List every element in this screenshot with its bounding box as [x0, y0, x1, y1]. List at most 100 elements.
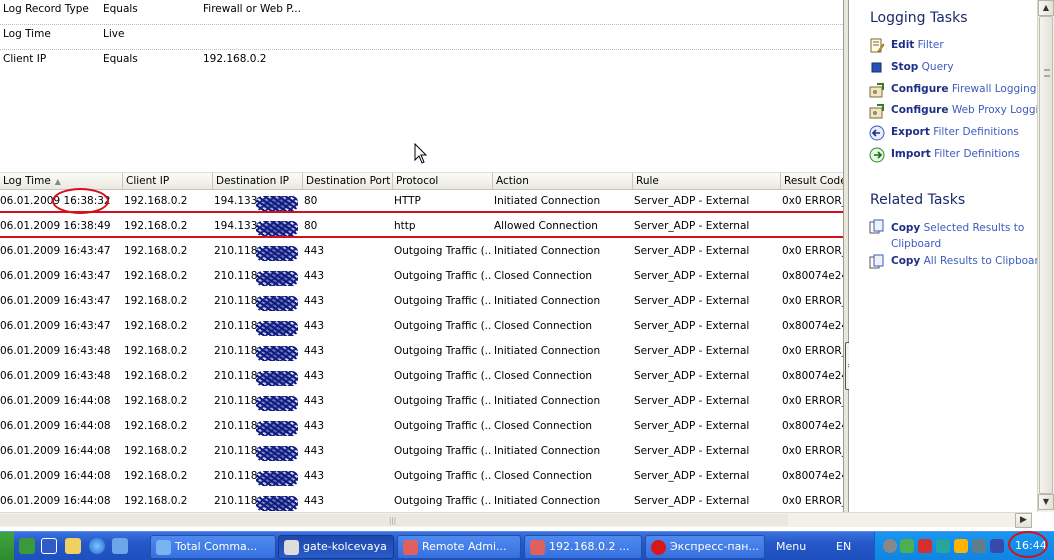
- taskbar-button-label: Remote Admi...: [422, 540, 507, 553]
- table-row[interactable]: 06.01.2009 16:43:47 192.168.0.2 210.118 443…: [0, 240, 843, 265]
- filter-row[interactable]: Log Time Live: [0, 25, 843, 50]
- cell-protocol: Outgoing Traffic (...: [394, 495, 492, 507]
- redaction-scribble: [256, 271, 298, 286]
- cell-log-time: 06.01.2009 16:44:08: [0, 470, 111, 482]
- remote-admin-icon: [530, 540, 545, 555]
- taskbar-button-gate-kolcevaya[interactable]: gate-kolcevaya: [278, 535, 394, 559]
- cell-result-code: 0x0 ERROR_: [782, 195, 843, 207]
- taskbar-button-total-commander[interactable]: Total Comma...: [150, 535, 276, 559]
- quicklaunch-ie-icon[interactable]: [89, 538, 105, 554]
- column-header-rule[interactable]: Rule: [633, 173, 781, 190]
- taskbar-button-remote-admin[interactable]: Remote Admi...: [397, 535, 521, 559]
- cell-action: Allowed Connection: [494, 220, 598, 232]
- redaction-scribble: [256, 396, 298, 411]
- table-row[interactable]: 06.01.2009 16:43:48 192.168.0.2 210.118 443…: [0, 340, 843, 365]
- cell-result-code: 0x80074e24: [782, 420, 843, 432]
- tray-icon[interactable]: [936, 539, 950, 553]
- tray-icon[interactable]: [900, 539, 914, 553]
- opera-icon: [651, 540, 666, 555]
- vertical-scroll-thumb[interactable]: [1039, 16, 1053, 494]
- tray-icon[interactable]: [954, 539, 968, 553]
- start-button[interactable]: [0, 532, 14, 560]
- column-header-log-time[interactable]: Log Time ▲: [0, 173, 123, 190]
- edit-filter-icon: [870, 38, 885, 53]
- cell-rule: Server_ADP - External: [634, 495, 750, 507]
- cell-log-time: 06.01.2009 16:44:08: [0, 420, 111, 432]
- cell-destination-port: 80: [304, 195, 318, 207]
- tray-icon[interactable]: [883, 539, 897, 553]
- table-row[interactable]: 06.01.2009 16:44:08 192.168.0.2 210.118 443…: [0, 440, 843, 465]
- cell-log-time: 06.01.2009 16:43:47: [0, 295, 111, 307]
- logging-tasks-title: Logging Tasks: [870, 10, 968, 26]
- redaction-scribble: [256, 496, 298, 511]
- column-label: Destination IP: [216, 175, 290, 187]
- cell-result-code: 0x80074e24: [782, 270, 843, 282]
- horizontal-scrollbar[interactable]: ||| ▶: [0, 512, 1032, 528]
- column-header-destination-ip[interactable]: Destination IP: [213, 173, 303, 190]
- table-row[interactable]: 06.01.2009 16:43:47 192.168.0.2 210.118 443…: [0, 315, 843, 340]
- table-row[interactable]: 06.01.2009 16:44:08 192.168.0.2 210.118 443…: [0, 465, 843, 490]
- table-row[interactable]: 06.01.2009 16:43:47 192.168.0.2 210.118 443…: [0, 265, 843, 290]
- table-row[interactable]: 06.01.2009 16:44:08 192.168.0.2 210.118 443…: [0, 415, 843, 440]
- taskbar-button-label: Total Comma...: [175, 540, 258, 553]
- filter-field: Client IP: [3, 53, 47, 65]
- table-row[interactable]: 06.01.2009 16:44:08 192.168.0.2 210.118 443…: [0, 490, 843, 512]
- annotation-underline: [0, 211, 843, 213]
- column-header-destination-port[interactable]: Destination Port: [303, 173, 393, 190]
- taskbar-button-192-168-0-2[interactable]: 192.168.0.2 ...: [524, 535, 642, 559]
- vertical-scrollbar[interactable]: ▲ ▼: [1037, 0, 1054, 512]
- cell-rule: Server_ADP - External: [634, 470, 750, 482]
- column-header-result-code[interactable]: Result Code: [781, 173, 843, 190]
- taskbar-button-express-panel[interactable]: Экспресс-пан...: [645, 535, 765, 559]
- cell-result-code: 0x80074e24: [782, 370, 843, 382]
- cell-client-ip: 192.168.0.2: [124, 245, 188, 257]
- taskbar-menu[interactable]: Menu: [776, 540, 806, 553]
- tray-icon[interactable]: [990, 539, 1004, 553]
- scroll-right-icon[interactable]: ▶: [1015, 513, 1032, 528]
- cell-action: Closed Connection: [494, 270, 593, 282]
- cell-log-time: 06.01.2009 16:43:47: [0, 270, 111, 282]
- filter-row[interactable]: Log Record Type Equals Firewall or Web P…: [0, 0, 843, 25]
- cell-protocol: Outgoing Traffic (...: [394, 270, 492, 282]
- cell-log-time: 06.01.2009 16:43:48: [0, 345, 111, 357]
- quicklaunch-folder-icon[interactable]: [65, 538, 81, 554]
- redaction-scribble: [256, 471, 298, 486]
- table-row[interactable]: 06.01.2009 16:43:48 192.168.0.2 210.118 443…: [0, 365, 843, 390]
- filter-row[interactable]: Client IP Equals 192.168.0.2: [0, 50, 843, 75]
- column-header-action[interactable]: Action: [493, 173, 633, 190]
- cell-client-ip: 192.168.0.2: [124, 470, 188, 482]
- taskbar-button-label: Экспресс-пан...: [670, 540, 759, 553]
- cell-action: Initiated Connection: [494, 195, 601, 207]
- cell-client-ip: 192.168.0.2: [124, 195, 188, 207]
- cell-rule: Server_ADP - External: [634, 420, 750, 432]
- tray-icon[interactable]: [918, 539, 932, 553]
- cell-result-code: 0x0 ERROR_: [782, 345, 843, 357]
- scroll-down-icon[interactable]: ▼: [1038, 494, 1054, 510]
- column-header-protocol[interactable]: Protocol: [393, 173, 493, 190]
- cell-destination-port: 443: [304, 495, 325, 507]
- scroll-up-icon[interactable]: ▲: [1038, 0, 1054, 16]
- cell-result-code: 0x0 ERROR_: [782, 495, 843, 507]
- redaction-scribble: [256, 296, 298, 311]
- cell-result-code: 0x0 ERROR_: [782, 445, 843, 457]
- task-verb: Copy: [891, 222, 921, 234]
- cell-log-time: 06.01.2009 16:38:49: [0, 220, 111, 232]
- table-row[interactable]: 06.01.2009 16:44:08 192.168.0.2 210.118 443…: [0, 390, 843, 415]
- cell-result-code: 0x80074e24: [782, 320, 843, 332]
- quicklaunch-download-icon[interactable]: [19, 538, 35, 554]
- tray-icon[interactable]: [972, 539, 986, 553]
- table-row[interactable]: 06.01.2009 16:43:47 192.168.0.2 210.118 443…: [0, 290, 843, 315]
- language-indicator[interactable]: EN: [836, 540, 851, 553]
- cell-protocol: http: [394, 220, 416, 232]
- cell-action: Initiated Connection: [494, 445, 601, 457]
- task-object: Filter Definitions: [933, 126, 1019, 138]
- cell-action: Initiated Connection: [494, 395, 601, 407]
- filter-value: Firewall or Web P...: [203, 3, 301, 15]
- redaction-scribble: [256, 246, 298, 261]
- task-verb: Stop: [891, 61, 919, 73]
- column-header-client-ip[interactable]: Client IP: [123, 173, 213, 190]
- quicklaunch-save-icon[interactable]: [41, 538, 57, 554]
- horizontal-scroll-thumb[interactable]: |||: [0, 514, 788, 526]
- quicklaunch-app-icon[interactable]: [112, 538, 128, 554]
- cell-action: Closed Connection: [494, 370, 593, 382]
